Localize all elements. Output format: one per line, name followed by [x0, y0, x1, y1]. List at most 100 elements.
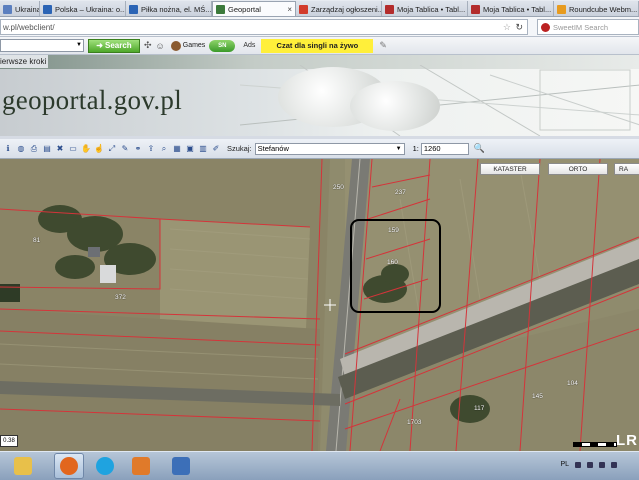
windows-taskbar: PL — [0, 451, 639, 480]
gmail-icon — [299, 4, 308, 14]
browser-search-field[interactable]: SweetIM Search — [537, 19, 639, 35]
zoom-go-icon[interactable]: 🔍 — [474, 143, 485, 154]
dropdown-arrow-icon[interactable]: ▼ — [76, 42, 82, 48]
reload-icon[interactable]: ↻ — [515, 22, 523, 33]
geoportal-banner: ierwsze kroki geoportal.gov.pl — [0, 55, 639, 136]
extent-icon[interactable]: ⤢ — [107, 144, 117, 154]
tab-favicon-icon — [471, 4, 480, 14]
pointer-icon[interactable]: ☝ — [94, 144, 104, 154]
tab-ukraina[interactable]: Ukraina na... — [0, 1, 40, 16]
parcel-label: 237 — [395, 189, 406, 196]
layers-icon[interactable]: ▤ — [42, 144, 52, 154]
parcel-label: 104 — [567, 380, 578, 387]
tray-power-icon[interactable] — [599, 461, 605, 468]
orthophoto-map[interactable] — [0, 159, 639, 451]
address-bar-row: w.pl/webclient/ ☆ ↻ SweetIM Search — [0, 17, 639, 37]
browser-search-placeholder: SweetIM Search — [553, 22, 609, 32]
tray-language[interactable]: PL — [560, 461, 569, 468]
taskbar-window-app[interactable] — [166, 453, 196, 479]
map-viewport[interactable]: KATASTER ORTO RA 250 237 159 160 372 81 … — [0, 159, 639, 451]
tab-moja-tablica-2[interactable]: Moja Tablica • Tabl... — [468, 1, 554, 16]
tab-close-icon[interactable]: × — [287, 5, 292, 14]
sn-badge[interactable]: SN — [209, 39, 236, 52]
print-icon[interactable]: ⎙ — [29, 144, 39, 154]
toolbar-plus-icon[interactable]: ✣ — [144, 40, 152, 51]
tab-favicon-icon — [216, 5, 225, 14]
sweetim-icon — [541, 22, 550, 32]
tab-favicon-icon — [3, 4, 12, 14]
taskbar-skype[interactable] — [90, 453, 120, 479]
banner-disk-2 — [350, 81, 440, 131]
location-select[interactable]: Stefanów ▼ — [254, 142, 405, 155]
media-player-icon — [132, 457, 150, 475]
export-icon[interactable]: ⇪ — [146, 144, 156, 154]
tray-flag-icon[interactable] — [611, 461, 617, 468]
select-arrow-icon: ▼ — [395, 145, 402, 152]
parcel-label: 159 — [388, 227, 399, 234]
info-icon[interactable]: ℹ — [3, 144, 13, 154]
parcel-label: 145 — [532, 393, 543, 400]
scale-bar — [573, 442, 617, 447]
url-field[interactable]: w.pl/webclient/ ☆ ↻ — [0, 19, 528, 35]
clear-icon[interactable]: ✖ — [55, 144, 65, 154]
geoportal-title: geoportal.gov.pl — [2, 85, 183, 115]
tab-polska-ukraina[interactable]: Polska – Ukraina: o... — [40, 1, 126, 16]
search-arrow-icon: ➜ — [96, 41, 103, 50]
map-toolbar: ℹ ◍ ⎙ ▤ ✖ ▭ ✋ ☝ ⤢ ✎ ⚭ ⇪ ⌕ ▦ ▣ ▥ ✐ Szukaj… — [0, 139, 639, 159]
layer-raster-button[interactable]: RA — [614, 163, 639, 175]
tab-favicon-icon — [557, 4, 566, 14]
toolbar-search-button[interactable]: ➜ Search — [88, 38, 140, 53]
browser-tab-bar: Ukraina na... Polska – Ukraina: o... Pił… — [0, 0, 639, 17]
bookmark-star-icon[interactable]: ☆ — [503, 22, 511, 33]
scale-input[interactable]: 1260 — [420, 142, 469, 155]
games-icon — [170, 40, 181, 51]
watermark-logo: LR — [616, 432, 638, 449]
window-app-icon — [172, 457, 190, 475]
tab-geoportal[interactable]: Geoportal × — [212, 1, 296, 16]
first-steps-link[interactable]: ierwsze kroki — [0, 55, 49, 68]
zoom-icon[interactable]: ⌕ — [159, 144, 169, 154]
parcel-label: 117 — [474, 405, 485, 412]
windows-explorer-icon — [14, 457, 32, 475]
tab-roundcube[interactable]: Roundcube Webm... — [554, 1, 639, 16]
tab-favicon-icon — [385, 4, 394, 14]
tab-moja-tablica-1[interactable]: Moja Tablica • Tabl... — [382, 1, 468, 16]
games-button[interactable]: Games — [170, 40, 205, 51]
tab-favicon-icon — [129, 4, 138, 14]
pencil-icon[interactable]: ✎ — [379, 40, 387, 51]
save-icon[interactable]: ▣ — [185, 144, 195, 154]
layer-kataster-button[interactable]: KATASTER — [480, 163, 540, 175]
scale-indicator: 0.38 — [0, 435, 18, 447]
measure-icon[interactable]: ▭ — [68, 144, 78, 154]
taskbar-firefox[interactable] — [54, 453, 84, 479]
globe-icon[interactable]: ◍ — [16, 144, 26, 154]
document-icon[interactable]: ▦ — [172, 144, 182, 154]
tab-pilka-nozna[interactable]: Piłka nożna, el. MŚ... — [126, 1, 212, 16]
parcel-label: 372 — [115, 294, 126, 301]
bookmark-icon[interactable]: ▥ — [198, 144, 208, 154]
tray-network-icon[interactable] — [575, 461, 581, 468]
tab-favicon-icon — [43, 4, 52, 14]
taskbar-media-player[interactable] — [126, 453, 156, 479]
pen-icon[interactable]: ✐ — [211, 144, 221, 154]
parcel-label: 1703 — [407, 419, 422, 426]
parcel-label: 160 — [387, 259, 398, 266]
addon-toolbar: ▼ ➜ Search ✣ ☺ Games SN Ads Czat dla sing… — [0, 37, 639, 55]
link-icon[interactable]: ⚭ — [133, 144, 143, 154]
tab-zarzadzaj[interactable]: Zarządzaj ogłoszeni... — [296, 1, 382, 16]
skype-icon — [96, 457, 114, 475]
scale-label: 1: — [412, 144, 419, 153]
ads-label[interactable]: Ads — [243, 42, 255, 49]
smiley-icon[interactable]: ☺ — [156, 41, 165, 51]
chat-banner-button[interactable]: Czat dla singli na żywo — [261, 38, 374, 53]
toolbar-search-input[interactable]: ▼ — [0, 39, 84, 52]
system-tray: PL — [560, 461, 617, 468]
taskbar-explorer[interactable] — [8, 453, 38, 479]
draw-icon[interactable]: ✎ — [120, 144, 130, 154]
hand-pan-icon[interactable]: ✋ — [81, 144, 91, 154]
layer-orto-button[interactable]: ORTO — [548, 163, 608, 175]
search-label: Szukaj: — [227, 144, 252, 153]
tray-volume-icon[interactable] — [587, 461, 593, 468]
firefox-icon — [60, 457, 78, 475]
parcel-label: 250 — [333, 184, 344, 191]
